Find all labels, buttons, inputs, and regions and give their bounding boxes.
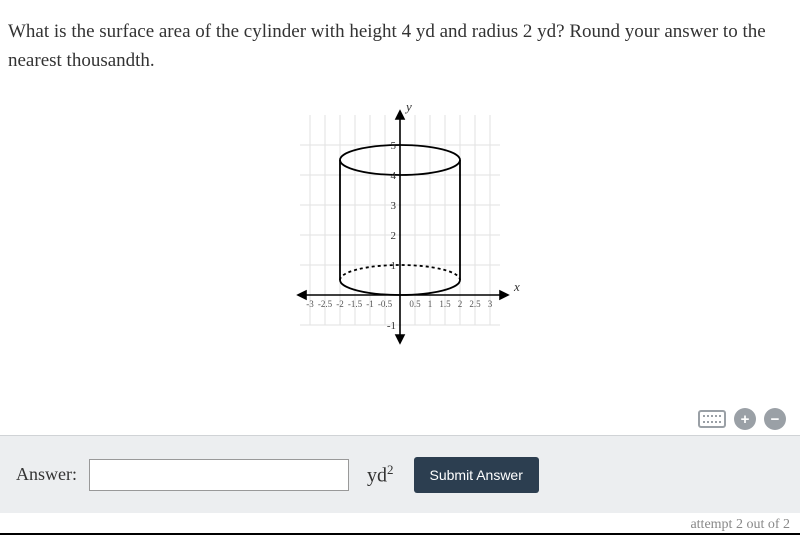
submit-button[interactable]: Submit Answer	[414, 457, 539, 493]
zoom-out-icon[interactable]: −	[764, 408, 786, 430]
xtick-n25: -2.5	[318, 299, 333, 309]
cylinder-graph: 5 4 3 2 1 -1 -3 -2.5 -2 -1.5 -1 -0.5 0.5…	[260, 95, 540, 355]
zoom-in-icon[interactable]: +	[734, 408, 756, 430]
xtick-n3: -3	[306, 299, 314, 309]
ytick-neg1: -1	[387, 320, 396, 332]
answer-input[interactable]	[89, 459, 349, 491]
x-axis-label: x	[513, 279, 520, 294]
unit-label: yd2	[367, 462, 394, 488]
ytick-3: 3	[391, 200, 397, 212]
xtick-15: 1.5	[439, 299, 451, 309]
answer-bar: + − Answer: yd2 Submit Answer	[0, 435, 800, 513]
ytick-4: 4	[391, 170, 397, 182]
unit-base: yd	[367, 464, 387, 486]
xtick-3: 3	[488, 299, 493, 309]
xtick-n15: -1.5	[348, 299, 363, 309]
xtick-n05: -0.5	[378, 299, 393, 309]
xtick-n1: -1	[366, 299, 374, 309]
ytick-5: 5	[391, 140, 397, 152]
xtick-2: 2	[458, 299, 463, 309]
ytick-1: 1	[391, 260, 397, 272]
answer-label: Answer:	[16, 464, 77, 485]
y-axis-label: y	[404, 99, 412, 114]
xtick-25: 2.5	[469, 299, 481, 309]
keyboard-icon[interactable]	[698, 410, 726, 428]
graph-container: 5 4 3 2 1 -1 -3 -2.5 -2 -1.5 -1 -0.5 0.5…	[0, 95, 800, 355]
ytick-2: 2	[391, 230, 397, 242]
xtick-n2: -2	[336, 299, 344, 309]
unit-exp: 2	[387, 462, 394, 477]
question-text: What is the surface area of the cylinder…	[0, 0, 800, 85]
toolbar-icons: + −	[698, 408, 786, 430]
xtick-05: 0.5	[409, 299, 421, 309]
attempt-text: attempt 2 out of 2	[690, 517, 790, 533]
xtick-1: 1	[428, 299, 433, 309]
